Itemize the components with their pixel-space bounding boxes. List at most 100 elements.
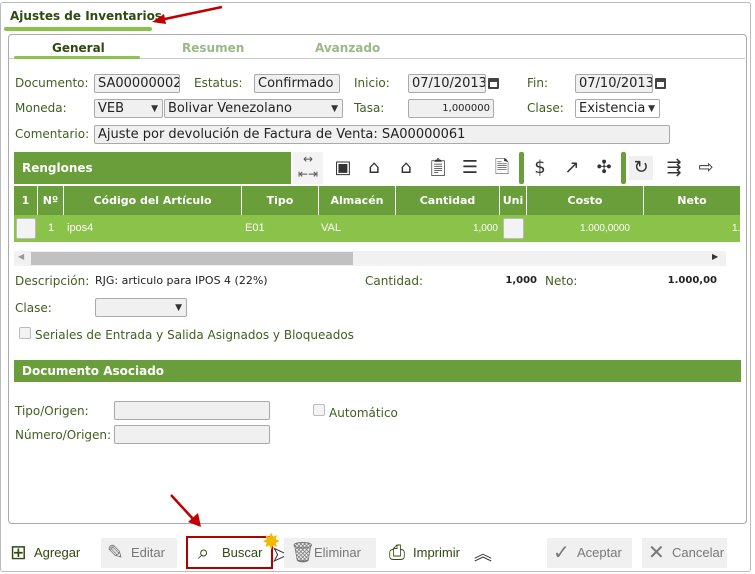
descripcion-value: RJG: articulo para IPOS 4 (22%) — [95, 274, 268, 287]
column-header-number[interactable]: Nº — [38, 186, 64, 215]
tab-avanzado[interactable]: Avanzado — [315, 41, 380, 55]
inicio-field[interactable]: 07/10/2013 — [408, 74, 486, 93]
trash-icon: 🗑︎ — [290, 542, 316, 564]
row-number: 1 — [48, 222, 55, 234]
chevron-double-up-icon[interactable]: ︽ — [474, 540, 492, 566]
fin-label: Fin: — [527, 76, 549, 90]
neto-value: 1.000,00 — [667, 275, 717, 286]
detail-clase-select[interactable] — [95, 298, 187, 317]
tasa-field[interactable]: 1,000000 — [408, 99, 494, 118]
scroll-left-icon[interactable]: ◀ — [18, 252, 24, 261]
import-icon[interactable]: ⇶ — [662, 156, 686, 180]
annotation-arrow — [170, 494, 201, 527]
toolbar-separator — [519, 152, 524, 184]
close-icon: ✕ — [648, 542, 665, 564]
toolbar-separator — [621, 152, 626, 184]
column-header-tipo[interactable]: Tipo — [242, 186, 319, 215]
document-add-icon[interactable]: 🗎︎ — [490, 156, 514, 180]
eliminar-label: Eliminar — [314, 545, 361, 560]
column-header-neto[interactable]: Neto — [644, 186, 740, 215]
scroll-right-icon[interactable]: ▶ — [712, 252, 718, 261]
row-cantidad: 1,000 — [472, 223, 498, 234]
warehouse-icon[interactable]: ⌂ — [362, 156, 386, 180]
scrollbar-thumb[interactable] — [31, 252, 353, 265]
calendar-icon[interactable] — [488, 78, 499, 89]
agregar-label: Agregar — [34, 545, 81, 560]
moneda-name-select[interactable]: Bolivar Venezolano — [164, 99, 343, 118]
calendar-icon[interactable] — [655, 78, 666, 89]
clase-label: Clase: — [527, 101, 564, 115]
aceptar-label: Aceptar — [577, 545, 622, 560]
cantidad-label: Cantidad: — [365, 274, 424, 288]
cantidad-value: 1,000 — [505, 275, 537, 286]
navigation-arrows-icon[interactable]: ↔ ⇤⇥ — [293, 152, 323, 184]
column-header-almacen[interactable]: Almacén — [319, 186, 396, 215]
warehouse-icon[interactable]: ⌂ — [394, 156, 418, 180]
column-header-select[interactable]: 1 — [14, 186, 38, 215]
comentario-label: Comentario: — [15, 127, 90, 141]
printer-icon: ⎙ — [389, 542, 405, 564]
clase-select[interactable]: Existencia — [575, 99, 660, 118]
automatico-checkbox[interactable] — [313, 404, 325, 416]
tab-general[interactable]: General — [52, 41, 105, 55]
external-link-icon[interactable]: ↗ — [560, 156, 584, 180]
detail-clase-label: Clase: — [15, 301, 52, 315]
estatus-label: Estatus: — [194, 76, 243, 90]
seriales-checkbox[interactable] — [19, 327, 31, 339]
check-icon: ✓ — [553, 542, 570, 564]
numero-origen-label: Número/Origen: — [15, 428, 112, 442]
image-icon[interactable]: ▣ — [331, 156, 355, 180]
documento-label: Documento: — [15, 76, 89, 90]
refresh-icon[interactable]: ↻ — [629, 156, 653, 180]
row-neto: 1.000,00 — [732, 223, 740, 234]
seriales-label: Seriales de Entrada y Salida Asignados y… — [35, 328, 354, 342]
tipo-origen-label: Tipo/Origen: — [15, 404, 89, 418]
eliminar-button[interactable]: 🗑︎ Eliminar — [284, 538, 376, 568]
column-header-costo[interactable]: Costo — [527, 186, 644, 215]
title-underline — [4, 27, 152, 31]
annotation-highlight — [186, 536, 273, 569]
column-header-unidad[interactable]: Uni — [500, 186, 527, 215]
cancelar-label: Cancelar — [672, 545, 725, 560]
row-costo: 1.000,0000 — [579, 223, 630, 234]
inicio-label: Inicio: — [354, 76, 390, 90]
fin-field[interactable]: 07/10/2013 — [575, 74, 653, 93]
puzzle-icon[interactable]: ✣ — [592, 156, 616, 180]
tab-resumen[interactable]: Resumen — [182, 41, 244, 55]
active-tab-indicator — [14, 56, 140, 59]
list-icon[interactable]: ☰ — [458, 156, 482, 180]
imprimir-label: Imprimir — [413, 545, 460, 560]
renglones-header: Renglones — [14, 152, 291, 184]
neto-label: Neto: — [545, 274, 578, 288]
agregar-button[interactable]: ⊞ Agregar — [4, 538, 94, 568]
annotation-arrow — [152, 5, 223, 24]
row-unidad-field[interactable] — [503, 218, 524, 239]
numero-origen-field[interactable] — [114, 425, 270, 444]
dollar-icon[interactable]: $ — [528, 156, 552, 180]
window-title: Ajustes de Inventarios — [10, 9, 162, 23]
column-header-cantidad[interactable]: Cantidad — [396, 186, 500, 215]
aceptar-button[interactable]: ✓ Aceptar — [547, 538, 632, 568]
tasa-label: Tasa: — [354, 101, 385, 115]
export-icon[interactable]: ⇨ — [694, 156, 718, 180]
automatico-label: Automático — [329, 406, 398, 420]
column-header-codigo[interactable]: Código del Artículo — [64, 186, 242, 215]
cancelar-button[interactable]: ✕ Cancelar — [642, 538, 727, 568]
row-select-checkbox[interactable] — [16, 218, 36, 239]
estatus-field[interactable]: Confirmado — [254, 74, 340, 93]
descripcion-label: Descripción: — [15, 274, 90, 288]
add-document-icon: ⊞ — [10, 542, 27, 564]
tipo-origen-field[interactable] — [114, 401, 270, 420]
row-almacen: VAL — [321, 222, 341, 234]
table-row[interactable] — [14, 215, 740, 242]
documento-field[interactable]: SA00000002 — [94, 74, 180, 93]
moneda-code-select[interactable]: VEB — [94, 99, 163, 118]
comentario-field[interactable]: Ajuste por devolución de Factura de Vent… — [94, 125, 670, 144]
edit-icon: ✎ — [107, 542, 124, 564]
editar-label: Editar — [131, 545, 165, 560]
moneda-label: Moneda: — [15, 101, 67, 115]
row-tipo: E01 — [245, 222, 265, 234]
imprimir-button[interactable]: ⎙ Imprimir — [383, 538, 471, 568]
clipboard-check-icon[interactable]: 📋︎ — [426, 156, 450, 180]
editar-button[interactable]: ✎ Editar — [101, 538, 177, 568]
